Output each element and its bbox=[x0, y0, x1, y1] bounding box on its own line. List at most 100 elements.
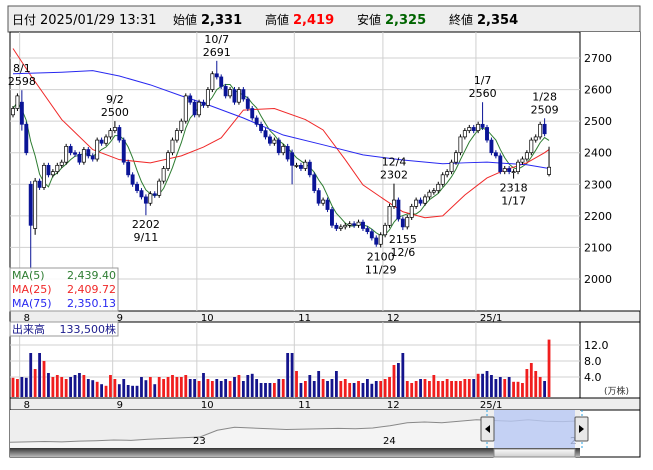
volume-bar bbox=[467, 379, 471, 397]
stock-chart-window: 日付 2025/01/29 13:31 始値 2,331 高値 2,419 安値… bbox=[0, 0, 653, 470]
volume-bar bbox=[272, 383, 276, 397]
candle-body bbox=[99, 139, 104, 144]
candle-body bbox=[152, 193, 157, 196]
volume-bar bbox=[308, 375, 312, 397]
volume-bar bbox=[348, 383, 352, 397]
volume-bar bbox=[388, 377, 391, 397]
volume-bar bbox=[259, 383, 263, 397]
annotation-date: 9/11 bbox=[134, 231, 159, 244]
candle-body bbox=[454, 152, 458, 163]
volume-unit-label: (万株) bbox=[604, 385, 629, 397]
volume-bar bbox=[281, 379, 285, 397]
navigator-right-handle[interactable] bbox=[574, 416, 589, 442]
volume-bar bbox=[357, 381, 360, 397]
candle-body bbox=[143, 196, 148, 204]
annotation-value: 2155 bbox=[389, 233, 417, 246]
candle-body bbox=[334, 224, 339, 229]
candle-body bbox=[148, 193, 153, 204]
volume-bar bbox=[69, 377, 72, 397]
volume-bar bbox=[334, 371, 338, 397]
price-tick-label: 2500 bbox=[584, 115, 612, 128]
volume-bar bbox=[228, 381, 232, 397]
price-tick-label: 2200 bbox=[584, 210, 612, 223]
navigator-selection[interactable] bbox=[494, 410, 575, 448]
candle-body bbox=[449, 161, 454, 173]
volume-bar bbox=[157, 377, 161, 397]
candle-body bbox=[86, 149, 91, 157]
candle-body bbox=[77, 153, 82, 163]
volume-bar bbox=[299, 383, 303, 397]
high-label: 高値 bbox=[265, 12, 289, 27]
ma5-label: MA(5) bbox=[12, 269, 45, 282]
scrollbar-thumb[interactable] bbox=[493, 448, 576, 458]
volume-bar bbox=[144, 380, 148, 397]
date-label: 日付 bbox=[12, 13, 36, 27]
month-label-top: 12 bbox=[387, 313, 400, 324]
navigator-left-handle[interactable] bbox=[480, 416, 495, 442]
ma25-label: MA(25) bbox=[12, 283, 52, 296]
candle-body bbox=[174, 130, 179, 141]
price-axis-panel bbox=[580, 32, 640, 311]
candle-body bbox=[458, 136, 463, 154]
candle-body bbox=[201, 101, 206, 106]
candle-body bbox=[414, 199, 419, 207]
volume-bar bbox=[290, 353, 294, 397]
candle-body bbox=[24, 123, 29, 154]
volume-bar bbox=[162, 379, 166, 397]
candle-body bbox=[28, 183, 33, 226]
volume-bar bbox=[193, 379, 197, 397]
volume-tick-label: 4.0 bbox=[584, 371, 602, 384]
navigator-year-label: 24 bbox=[383, 436, 396, 447]
volume-bar bbox=[419, 379, 422, 397]
candle-body bbox=[436, 183, 441, 191]
candle-body bbox=[352, 223, 357, 226]
annotation-date: 1/7 bbox=[474, 74, 492, 87]
volume-bar bbox=[405, 381, 409, 397]
candle-body bbox=[232, 89, 237, 103]
candle-body bbox=[50, 171, 55, 176]
volume-bar bbox=[312, 381, 316, 397]
candle-body bbox=[59, 161, 64, 166]
candle-body bbox=[197, 101, 202, 116]
candle-body bbox=[356, 221, 361, 226]
volume-value: 133,500株 bbox=[60, 322, 117, 336]
volume-bar bbox=[392, 365, 396, 397]
volume-bar bbox=[33, 369, 37, 397]
volume-bar bbox=[441, 381, 445, 397]
high-value: 2,419 bbox=[293, 13, 334, 28]
volume-bar bbox=[175, 377, 179, 397]
volume-bar bbox=[42, 361, 46, 397]
volume-bar bbox=[414, 381, 418, 397]
annotation-value: 2598 bbox=[8, 75, 36, 88]
candle-body bbox=[299, 164, 303, 169]
volume-bar bbox=[237, 375, 241, 397]
candle-body bbox=[214, 73, 219, 78]
open-value: 2,331 bbox=[201, 13, 242, 28]
volume-bar bbox=[113, 379, 117, 397]
volume-bar bbox=[122, 379, 126, 397]
candle-body bbox=[347, 223, 352, 226]
volume-bar bbox=[339, 381, 343, 397]
volume-bar bbox=[432, 375, 436, 397]
volume-bar bbox=[503, 379, 507, 397]
candle-body bbox=[294, 164, 299, 167]
candle-body bbox=[90, 155, 95, 160]
month-label-bottom: 12 bbox=[387, 400, 400, 411]
candle-body bbox=[179, 120, 184, 131]
month-label-top: 10 bbox=[201, 313, 214, 324]
volume-bar bbox=[459, 381, 462, 397]
month-label-bottom: 25/1 bbox=[480, 400, 502, 411]
candle-body bbox=[392, 199, 396, 207]
annotation-value: 2202 bbox=[132, 218, 160, 231]
candle-body bbox=[493, 152, 498, 157]
annotation-date: 8/1 bbox=[13, 62, 31, 75]
volume-bar bbox=[463, 379, 467, 397]
candle-body bbox=[135, 183, 139, 191]
price-tick-label: 2700 bbox=[584, 52, 612, 65]
volume-bar bbox=[184, 375, 188, 397]
volume-bar bbox=[512, 381, 515, 397]
volume-bar bbox=[264, 383, 267, 397]
candle-body bbox=[489, 139, 494, 154]
volume-bar bbox=[529, 363, 533, 397]
volume-bar bbox=[51, 377, 55, 397]
